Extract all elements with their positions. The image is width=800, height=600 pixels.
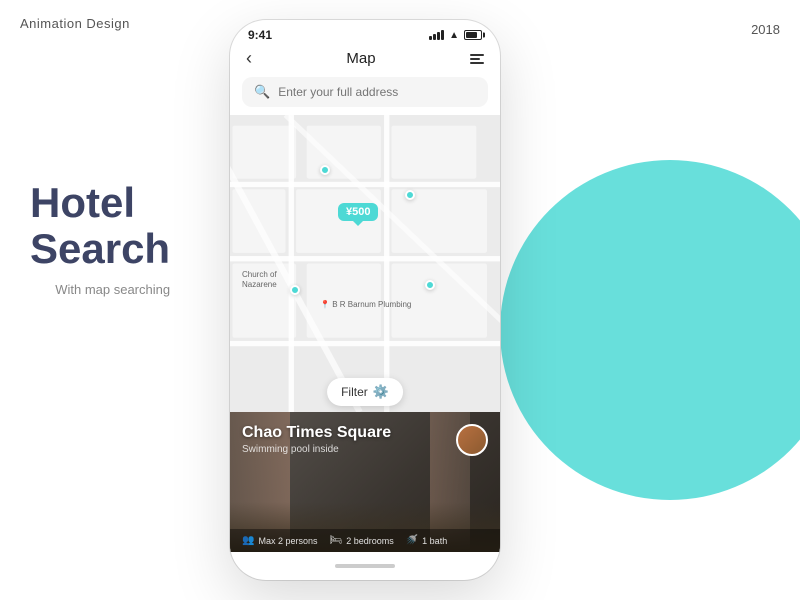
- hero-title-line2: Search: [30, 225, 170, 272]
- hotel-info: Chao Times Square Swimming pool inside: [242, 424, 391, 455]
- hero-subtitle: With map searching: [30, 282, 170, 297]
- hotel-feature-persons: 👥 Max 2 persons: [242, 535, 317, 546]
- bath-text: 1 bath: [422, 536, 447, 546]
- hotel-subtitle: Swimming pool inside: [242, 444, 391, 455]
- hotel-name: Chao Times Square: [242, 424, 391, 442]
- location-dot-3[interactable]: [290, 285, 300, 295]
- search-bar[interactable]: 🔍: [242, 77, 488, 107]
- location-dot-1[interactable]: [320, 165, 330, 175]
- status-time: 9:41: [248, 28, 272, 42]
- home-indicator: [335, 564, 395, 568]
- bedrooms-text: 2 bedrooms: [346, 536, 394, 546]
- location-dot-4[interactable]: [425, 280, 435, 290]
- hotel-footer: 👥 Max 2 persons 🛏 2 bedrooms 🚿 1 bath: [230, 529, 500, 552]
- status-bar: 9:41 ▲: [230, 20, 500, 46]
- wifi-icon: ▲: [449, 30, 459, 41]
- filter-label: Filter: [341, 385, 368, 399]
- phone-bottom-bar: [230, 552, 500, 580]
- hotel-feature-bath: 🚿 1 bath: [406, 535, 447, 546]
- hero-title-line1: Hotel: [30, 179, 135, 226]
- background-circle: [500, 160, 800, 500]
- search-input[interactable]: [278, 85, 476, 99]
- nav-title: Map: [346, 50, 375, 67]
- location-dot-2[interactable]: [405, 190, 415, 200]
- status-icons: ▲: [429, 30, 482, 41]
- hero-title: Hotel Search: [30, 180, 170, 272]
- filter-button[interactable]: Filter ⚙️: [327, 378, 403, 406]
- year-label: 2018: [751, 22, 780, 37]
- menu-button[interactable]: [470, 54, 484, 64]
- bath-icon: 🚿: [406, 535, 418, 546]
- bedrooms-icon: 🛏: [329, 535, 342, 546]
- hotel-card[interactable]: Chao Times Square Swimming pool inside 👥…: [230, 412, 500, 552]
- hotel-feature-bedrooms: 🛏 2 bedrooms: [329, 535, 393, 546]
- plumbing-label: 📍 B R Barnum Plumbing: [320, 300, 411, 309]
- church-label: Church ofNazarene: [242, 270, 277, 289]
- filter-icon: ⚙️: [373, 384, 389, 400]
- price-pin-label: ¥500: [346, 206, 370, 218]
- map-view[interactable]: Church ofNazarene 📍 B R Barnum Plumbing …: [230, 115, 500, 412]
- phone-mockup: 9:41 ▲ ‹ Map 🔍: [230, 20, 500, 580]
- battery-icon: [464, 30, 482, 40]
- hotel-avatar: [456, 424, 488, 456]
- persons-icon: 👥: [242, 535, 254, 546]
- search-icon: 🔍: [254, 84, 270, 100]
- hero-text-block: Hotel Search With map searching: [30, 180, 170, 297]
- price-pin[interactable]: ¥500: [338, 203, 378, 221]
- back-button[interactable]: ‹: [246, 48, 252, 69]
- map-streets: [230, 115, 500, 412]
- year-text: 2018: [751, 22, 780, 37]
- signal-icon: [429, 30, 444, 40]
- persons-text: Max 2 persons: [258, 536, 317, 546]
- brand-text: Animation Design: [20, 16, 130, 31]
- nav-bar: ‹ Map: [230, 46, 500, 77]
- brand-label: Animation Design: [20, 16, 130, 31]
